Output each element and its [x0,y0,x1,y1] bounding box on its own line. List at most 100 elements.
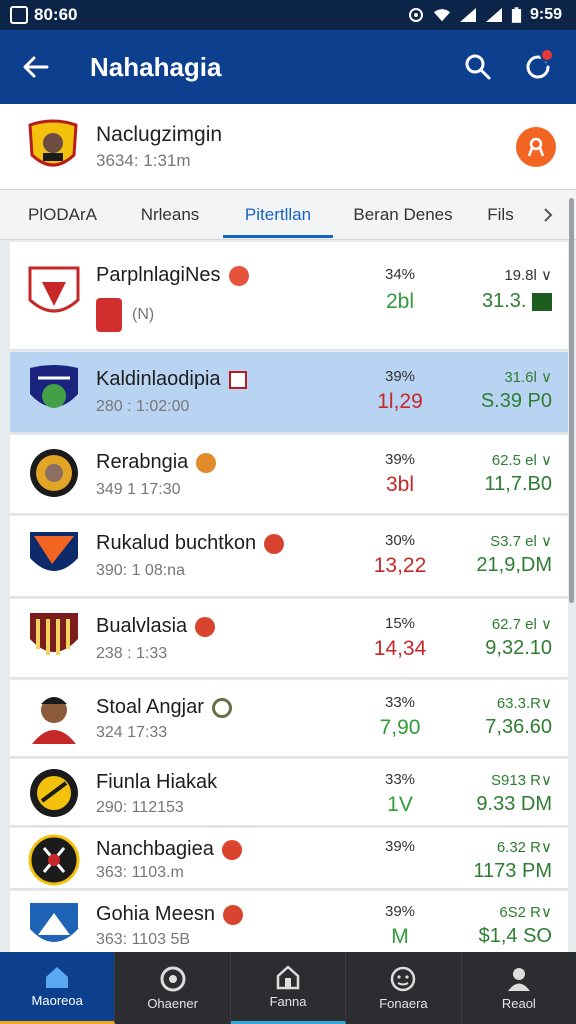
battery-icon [511,6,522,23]
chat-icon [160,966,186,991]
nav-label: Reaol [501,995,536,1011]
win-percent: 33% [384,694,416,711]
match-info: 290: 112153 [96,799,184,816]
odds-main: 9.33 DM [476,793,552,815]
match-info: 363: 1103 5B [96,931,191,948]
tab-fils[interactable]: Fils [473,190,528,240]
odds-main: 21,9,DM [476,554,552,576]
nav-house[interactable]: Fanna [230,952,347,1024]
win-percent: 30% [384,532,416,549]
match-info: 324 17:33 [96,724,168,741]
team-crest-icon [28,266,80,313]
home-icon [46,967,69,988]
face-icon [391,966,416,991]
match-row[interactable]: Rerabngia 349 1 17:30 39% 3bl 62.5 el ∨ … [10,435,568,515]
nav-label: Ohaener [147,995,198,1011]
status-bar: 80:60 9:59 [0,0,576,30]
win-percent: 33% [384,771,416,788]
win-percent: 34% [384,266,416,283]
team-crest-icon [30,769,78,817]
tab-beran-denes[interactable]: Beran Denes [333,190,473,240]
odds-main: 11,7.B0 [484,473,552,495]
ribbon-icon [527,137,545,156]
team-subtitle: 3634: 1:31m [96,150,191,170]
tab-pitertllan[interactable]: Pitertllan [223,190,333,240]
page-title: Nahahagia [90,51,222,82]
match-info: 238 : 1:33 [96,645,168,662]
tab-plodara[interactable]: PlODArA [0,190,125,240]
badge-icon [211,697,232,718]
person-icon [507,967,530,991]
nav-home[interactable]: Maoreoa [0,952,116,1024]
match-info: 390: 1 08:na [96,562,185,579]
odds-top: 62.5 el ∨ [491,452,552,469]
notifications-button[interactable] [508,30,568,104]
app-bar: Nahahagia [0,30,576,104]
status-time-left: 80:60 [34,5,78,24]
nav-label: Fonaera [379,995,428,1011]
odds-top: 62.7 el ∨ [491,616,552,633]
odds-main: $1,4 SO [478,925,552,947]
team-crest-icon [30,532,78,571]
flag-icon [264,533,285,554]
team-crest-icon [28,119,78,166]
odds-top: 6.32 R∨ [496,839,552,856]
flag-icon [195,616,216,637]
nav-face[interactable]: Fonaera [346,952,462,1024]
match-row[interactable]: Kaldinlaodipia 280 : 1:02:00 39% 1l,29 3… [10,352,568,434]
sync-icon [408,8,423,22]
search-button[interactable] [448,30,508,104]
odds-top: S3.7 el ∨ [490,533,552,550]
team-crest-icon [28,834,80,886]
player-avatar-icon [32,697,76,744]
team-name: Rerabngia [96,451,189,473]
badge-icon [228,370,247,389]
status-time-right: 9:59 [529,6,562,23]
match-row[interactable]: Stoal Angjar 324 17:33 33% 7,90 63.3.R∨ … [10,680,568,758]
match-info: 349 1 17:30 [96,481,181,498]
odds-top: 63.3.R∨ [496,695,552,712]
odds-main: 9,32.10 [485,637,552,659]
back-button[interactable] [0,30,72,104]
nav-chat[interactable]: Ohaener [115,952,231,1024]
flag-icon [196,452,217,473]
team-crest-icon [30,449,78,497]
win-percent: 39% [384,368,416,385]
odds-top: 6S2 R∨ [499,904,552,921]
match-info: 280 : 1:02:00 [96,398,190,415]
scrollbar[interactable] [569,198,574,603]
match-list: ParplnlagiNes (N) 34% 2bl 19.8l ∨ 31.3. … [10,242,568,952]
match-info: 363: 1103.m [96,864,184,881]
team-name: Fiunla Hiakak [96,771,218,793]
flag-icon [228,265,249,286]
win-percent: 15% [384,615,416,632]
match-row[interactable]: Rukalud buchtkon 390: 1 08:na 30% 13,22 … [10,516,568,598]
match-row[interactable]: Fiunla Hiakak 290: 112153 33% 1V S913 R∨… [10,759,568,827]
signal-icon [459,8,476,22]
nav-profile[interactable]: Reaol [462,952,576,1024]
team-name: ParplnlagiNes [96,264,221,286]
follow-button[interactable] [516,126,556,167]
odds-main: S.39 P0 [480,390,552,412]
notification-badge [540,48,554,62]
chevron-right-icon [544,207,553,222]
search-icon [465,54,491,80]
tabs-more-button[interactable] [528,190,568,240]
odds-top: S913 R∨ [490,772,552,789]
odds-top: 31.6l ∨ [504,369,552,386]
team-name: Bualvlasia [96,615,188,637]
team-crest-icon [30,903,78,942]
match-row[interactable]: Nanchbagiea 363: 1103.m 39% 6.32 R∨ 1173… [10,828,568,890]
match-info: (N) [132,306,155,323]
match-row[interactable]: Gohia Meesn 363: 1103 5B 39% M 6S2 R∨ $1… [10,891,568,952]
tab-nrleans[interactable]: Nrleans [125,190,215,240]
bottom-nav: Maoreoa Ohaener Fanna Fonaera Reaol [0,952,576,1024]
win-percent: 39% [384,903,416,920]
team-header: Naclugzimgin 3634: 1:31m [0,104,576,190]
notification-icon [10,6,28,24]
match-row[interactable]: Bualvlasia 238 : 1:33 15% 14,34 62.7 el … [10,599,568,679]
odds-main: 1173 PM [473,860,552,882]
odds-main: 31.3. [481,290,527,312]
match-row[interactable]: ParplnlagiNes (N) 34% 2bl 19.8l ∨ 31.3. [10,242,568,351]
mini-crest-icon [96,298,122,332]
